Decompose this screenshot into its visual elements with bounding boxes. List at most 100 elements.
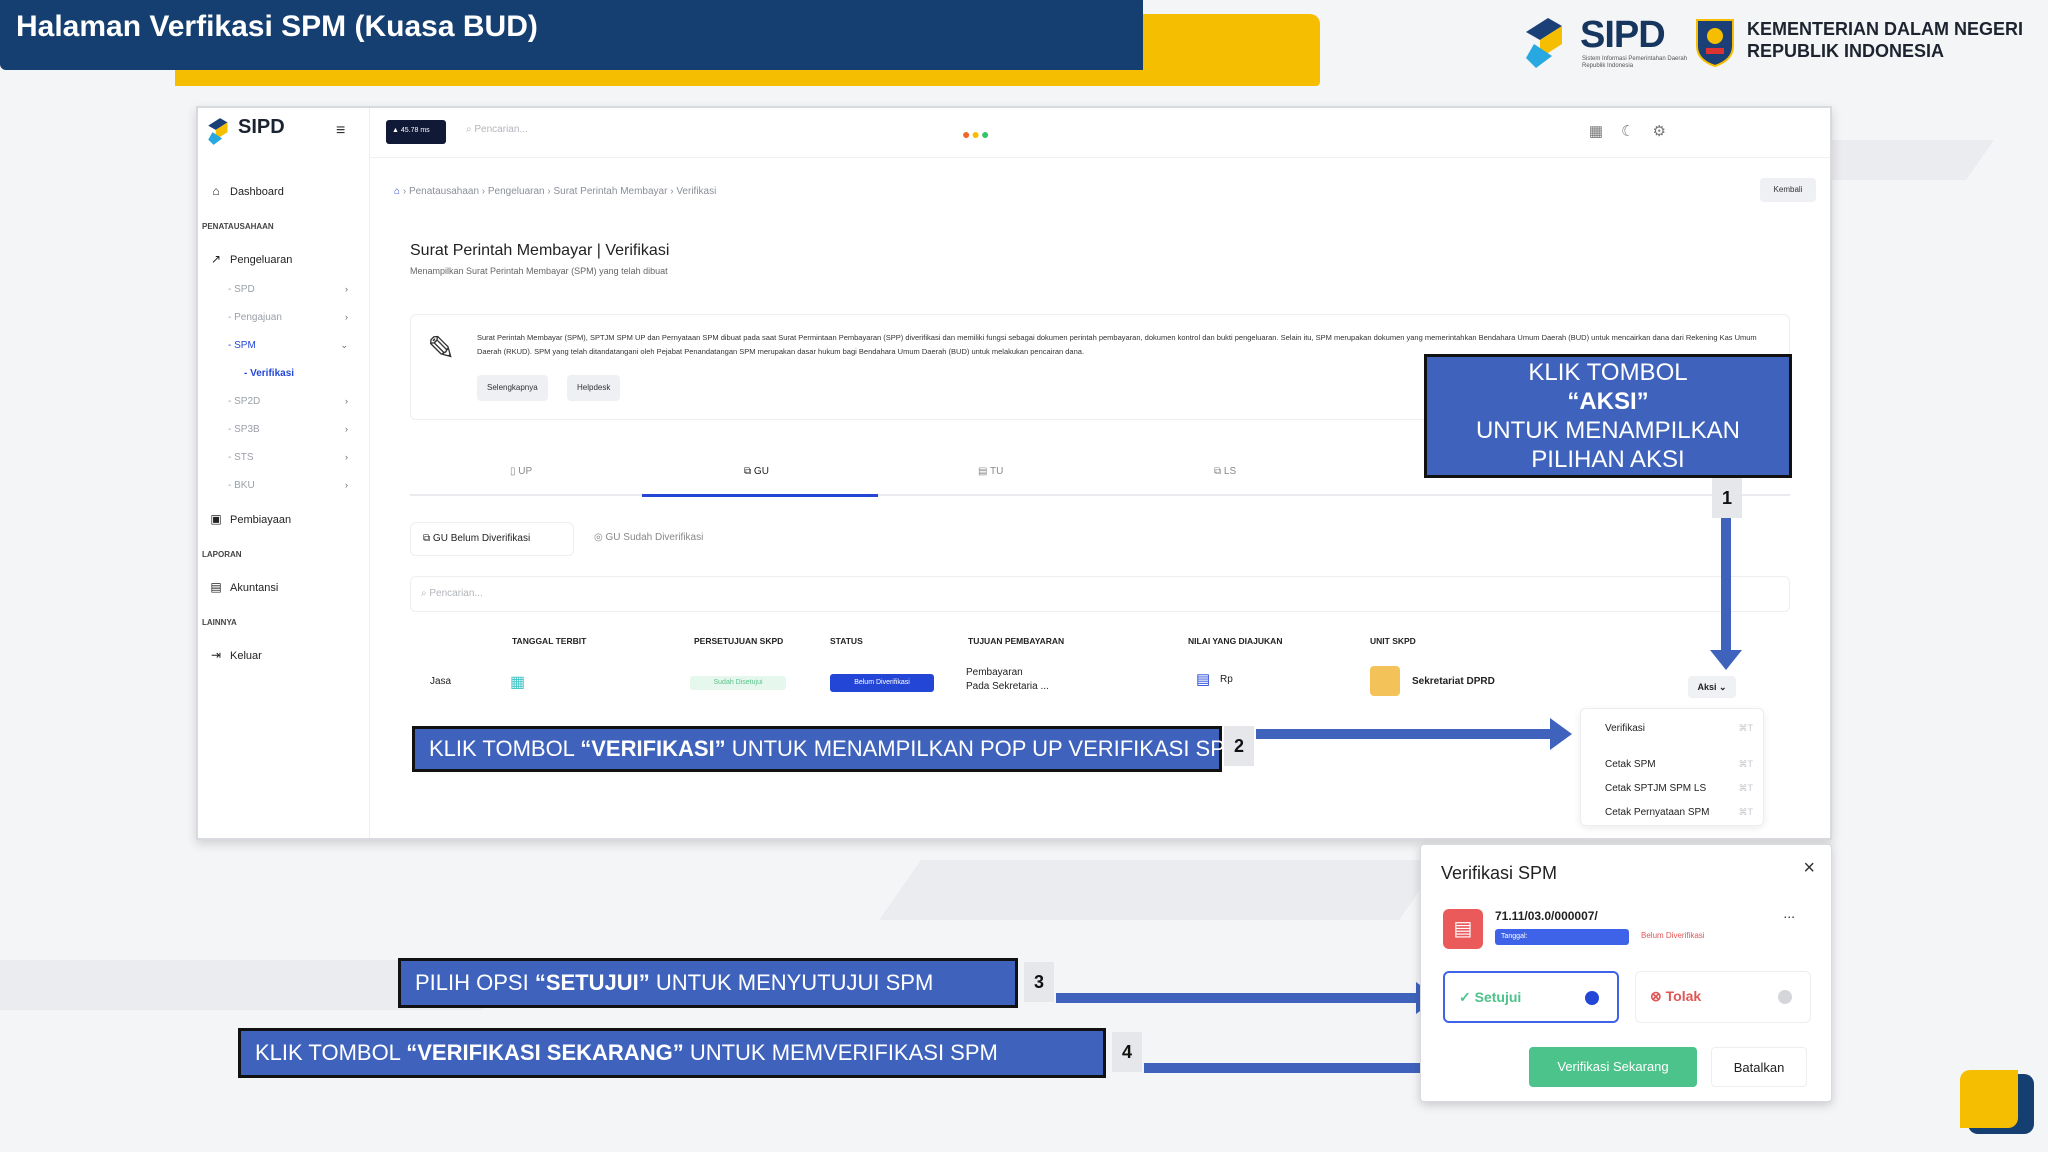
cell-jenis: Jasa <box>430 676 452 687</box>
status-text: Belum Diverifikasi <box>1641 931 1705 940</box>
sidebar-item-pengeluaran[interactable]: ↗ Pengeluaran <box>198 252 370 266</box>
document-icon: ▤ <box>1443 909 1483 949</box>
moon-icon[interactable]: ☾ <box>1621 123 1652 140</box>
aksi-button[interactable]: Aksi ⌄ <box>1688 676 1736 698</box>
topbar-icons: ▦☾⚙ <box>1589 122 1684 140</box>
tab-ls[interactable]: ⧉ LS <box>1214 466 1236 477</box>
sidebar-item-label: Keluar <box>230 650 262 662</box>
calendar-icon: ▦ <box>510 674 526 691</box>
option-tolak[interactable]: ⊗ Tolak <box>1635 971 1811 1023</box>
sidebar-item-label: Akuntansi <box>230 582 279 594</box>
tab-tu[interactable]: ▤ TU <box>978 466 1003 477</box>
settings-icon[interactable]: ⚙ <box>1653 123 1684 140</box>
sidebar-item-label: Pembiayaan <box>230 514 292 526</box>
hamburger-menu-icon[interactable]: ≡ <box>336 122 345 140</box>
column-header: TANGGAL TERBIT <box>512 636 587 646</box>
shortcut-hint: ⌘T <box>1738 759 1754 769</box>
column-header: TUJUAN PEMBAYARAN <box>968 636 1065 646</box>
step-number-1: 1 <box>1712 478 1742 518</box>
ministry-name: KEMENTERIAN DALAM NEGERI REPUBLIK INDONE… <box>1747 18 2023 62</box>
page-title: Halaman Verfikasi SPM (Kuasa BUD) <box>16 10 538 43</box>
more-icon[interactable]: ... <box>1783 905 1795 921</box>
callout-text: UNTUK MENAMPILKAN POP UP VERIFIKASI SPM <box>725 736 1244 761</box>
modal-title: Verifikasi SPM <box>1441 863 1558 883</box>
tab-gu[interactable]: ⧉ GU <box>744 466 769 477</box>
search-placeholder: Pencarian... <box>474 124 528 135</box>
subtab-label: GU Sudah Diverifikasi <box>605 532 704 543</box>
layout-icon[interactable]: ▦ <box>1589 123 1621 140</box>
sipd-tagline: Sistem Informasi Pemerintahan Daerah Rep… <box>1582 56 1688 69</box>
tab-label: LS <box>1223 466 1237 477</box>
close-icon[interactable]: × <box>1803 857 1815 880</box>
callout-text: UNTUK MEMVERIFIKASI SPM <box>683 1040 998 1065</box>
tab-up[interactable]: ▯ UP <box>510 466 532 477</box>
cell-nilai: Rp <box>1220 674 1233 685</box>
sipd-logo-icon <box>208 118 228 145</box>
sidebar-item-pembiayaan[interactable]: ▣ Pembiayaan <box>198 512 370 526</box>
edit-document-icon: ✎ <box>427 330 456 368</box>
subtab-gu-belum[interactable]: ⧉ GU Belum Diverifikasi <box>410 522 574 556</box>
wallet-icon: ▣ <box>210 512 222 526</box>
x-circle-icon: ⊗ <box>1650 988 1662 1004</box>
trend-icon: ↗ <box>210 252 222 266</box>
subitem-label: SPM <box>234 340 256 351</box>
approval-badge: Sudah Disetujui <box>690 676 786 690</box>
chevron-right-icon: › <box>345 452 348 462</box>
shortcut-hint: ⌘T <box>1738 783 1754 793</box>
title-banner: Halaman Verfikasi SPM (Kuasa BUD) <box>0 0 1143 70</box>
radio-unselected[interactable] <box>1778 990 1792 1004</box>
chevron-right-icon: › <box>345 312 348 322</box>
tujuan-line-2: Pada Sekretaria ... <box>966 681 1049 692</box>
batalkan-button[interactable]: Batalkan <box>1711 1047 1807 1087</box>
menu-item-cetak-pernyataan[interactable]: Cetak Pernyataan SPM <box>1605 807 1710 818</box>
verifikasi-sekarang-button[interactable]: Verifikasi Sekarang <box>1529 1047 1697 1087</box>
radio-selected[interactable] <box>1585 991 1599 1005</box>
helpdesk-button[interactable]: Helpdesk <box>567 375 621 401</box>
table-search-input[interactable]: ⌕ Pencarian... <box>410 576 1790 612</box>
sidebar-subitem-spm[interactable]: - SPM ⌄ <box>228 340 348 351</box>
subtab-gu-sudah[interactable]: ◎ GU Sudah Diverifikasi <box>594 532 703 543</box>
verifikasi-spm-modal: Verifikasi SPM × ▤ 71.11/03.0/000007/ ..… <box>1420 844 1832 1102</box>
option-label: Tolak <box>1665 988 1702 1004</box>
search-placeholder: Pencarian... <box>429 588 483 599</box>
sidebar-subitem-spd[interactable]: - SPD › <box>228 284 348 295</box>
chevron-down-icon: ⌄ <box>340 340 348 350</box>
option-setujui[interactable]: ✓ Setujui <box>1443 971 1619 1023</box>
logout-icon: ⇥ <box>210 648 222 662</box>
callout-step-2: KLIK TOMBOL “VERIFIKASI” UNTUK MENAMPILK… <box>412 726 1243 772</box>
sipd-wordmark: SIPD <box>1580 14 1666 56</box>
home-icon[interactable]: ⌂ <box>394 186 400 197</box>
option-label: Setujui <box>1474 989 1522 1005</box>
step-number-3: 3 <box>1024 962 1054 1002</box>
back-button[interactable]: Kembali <box>1760 178 1816 202</box>
sidebar-item-dashboard[interactable]: ⌂ Dashboard <box>198 184 370 198</box>
menu-item-verifikasi[interactable]: Verifikasi <box>1605 723 1645 734</box>
card-title: Surat Perintah Membayar | Verifikasi <box>410 242 670 259</box>
receipt-icon: ▤ <box>1196 671 1211 688</box>
sidebar-item-keluar[interactable]: ⇥ Keluar <box>198 648 370 662</box>
menu-item-cetak-sptjm[interactable]: Cetak SPTJM SPM LS <box>1605 783 1706 794</box>
arrow-step-2 <box>1256 718 1572 750</box>
sidebar-subitem-pengajuan[interactable]: - Pengajuan › <box>228 312 348 323</box>
callout-step-4: KLIK TOMBOL “VERIFIKASI SEKARANG” UNTUK … <box>238 1028 1106 1078</box>
sidebar-subitem-bku[interactable]: - BKU › <box>228 480 348 491</box>
sidebar-subitem-verifikasi[interactable]: - Verifikasi <box>244 368 364 379</box>
subitem-label: SP2D <box>234 396 261 407</box>
callout-line: PILIHAN AKSI <box>1531 446 1685 473</box>
sidebar-subitem-sts[interactable]: - STS › <box>228 452 348 463</box>
menu-item-cetak-spm[interactable]: Cetak SPM <box>1605 759 1656 770</box>
step-number-4: 4 <box>1112 1032 1142 1072</box>
global-search-input[interactable]: ⌕ Pencarian... <box>466 124 528 135</box>
column-header: STATUS <box>830 636 863 646</box>
subitem-label: STS <box>234 452 254 463</box>
ministry-emblem-icon <box>1696 19 1734 68</box>
column-header: PERSETUJUAN SKPD <box>694 636 784 646</box>
ministry-line-1: KEMENTERIAN DALAM NEGERI <box>1747 19 2024 39</box>
sidebar-subitem-sp3b[interactable]: - SP3B › <box>228 424 348 435</box>
sidebar-subitem-sp2d[interactable]: - SP2D › <box>228 396 348 407</box>
sidebar-item-akuntansi[interactable]: ▤ Akuntansi <box>198 580 370 594</box>
selengkapnya-button[interactable]: Selengkapnya <box>477 375 548 401</box>
performance-chip: ▲ 45.78 ms <box>386 120 446 144</box>
callout-emphasis: “SETUJUI” <box>534 970 650 995</box>
callout-text: PILIH OPSI <box>415 970 535 995</box>
